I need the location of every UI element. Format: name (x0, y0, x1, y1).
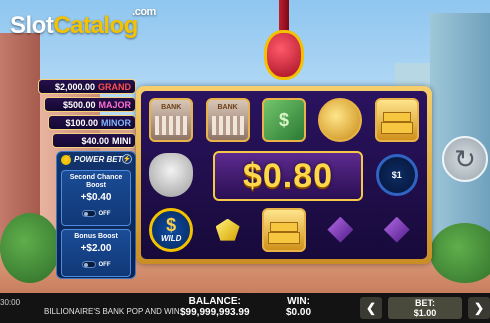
reel-cell: $1 (370, 149, 424, 202)
background-bush (0, 213, 60, 283)
logo-domain: .com (132, 6, 156, 18)
cash-stack-icon (261, 98, 306, 143)
power-bet-panel: ⚡ POWER BET ⚡ Second Chance Boost +$0.40… (56, 151, 136, 279)
game-name: BILLIONAIRE'S BANK POP AND WIN (44, 307, 180, 316)
site-logo: SlotCatalog .com (10, 6, 156, 40)
win-value: $0.00 (286, 307, 312, 318)
lamp-topper-icon (262, 0, 306, 84)
diamonds-icon (149, 152, 194, 197)
spin-arrow-icon: ↻ (454, 143, 476, 174)
logo-word-catalog: Catalog (53, 12, 138, 39)
win-label: WIN: (287, 296, 310, 307)
jackpot-minor: $100.00 MINOR (48, 115, 136, 130)
jackpot-grand: $2,000.00 GRAND (38, 79, 136, 94)
reel-cell: $ WILD (144, 203, 198, 256)
jackpot-amount: $500.00 (62, 99, 96, 110)
gold-coins-icon (318, 98, 363, 143)
jackpot-amount: $2,000.00 (54, 81, 95, 92)
option-title: Second Chance Boost (69, 174, 123, 189)
wild-symbol-icon: $ WILD (149, 207, 194, 252)
balance-value: $99,999,993.99 (180, 307, 250, 318)
reel-cell (144, 149, 198, 202)
option-price: +$2.00 (80, 243, 112, 254)
bottom-bar: 30:00 BILLIONAIRE'S BANK POP AND WIN BAL… (0, 293, 490, 323)
reel-cell (257, 203, 311, 256)
reel-cell (370, 203, 424, 256)
jackpot-label: GRAND (98, 81, 131, 92)
toggle-switch[interactable] (81, 261, 96, 268)
toggle-state: OFF (98, 210, 111, 217)
toggle-switch[interactable] (81, 210, 96, 217)
option-title: Bonus Boost (74, 233, 118, 240)
coin-value: $1 (391, 169, 402, 180)
jackpot-amount: $40.00 (81, 135, 109, 146)
win-amount: $0.80 (242, 156, 334, 195)
logo-word-slot: Slot (10, 12, 54, 39)
jackpot-label: MINOR (101, 117, 131, 128)
lightning-icon: ⚡ (61, 154, 71, 165)
power-bet-toggle-icon[interactable]: ⚡ (122, 154, 132, 164)
option-toggle[interactable]: OFF (81, 210, 111, 217)
win-amount-overlay: $0.80 (213, 151, 363, 201)
jackpot-label: MAJOR (98, 99, 131, 110)
reel-cell (144, 94, 198, 147)
gold-bars-icon (261, 207, 306, 252)
gold-bars-icon (374, 98, 419, 143)
bet-display: BET: $1.00 (388, 297, 462, 319)
bet-value: $1.00 (413, 308, 437, 318)
reel-grid: $1 $ WILD $0.80 (141, 91, 427, 259)
dollar-icon: $ (166, 215, 177, 236)
win-display: WIN: $0.00 (286, 296, 311, 318)
toggle-state: OFF (98, 261, 111, 268)
option-price: +$0.40 (80, 192, 112, 203)
spin-button[interactable]: ↻ (442, 136, 488, 182)
chevron-left-icon: ❮ (365, 301, 377, 315)
bet-decrease-button[interactable]: ❮ (360, 297, 382, 319)
jackpot-amount: $100.00 (65, 117, 98, 128)
reel-cell (313, 94, 367, 147)
balance-label: BALANCE: (188, 296, 241, 307)
bank-symbol-icon (205, 98, 250, 143)
power-bet-option-bonus-boost[interactable]: Bonus Boost +$2.00 OFF (61, 229, 131, 277)
clock: 30:00 (0, 298, 21, 307)
power-bet-option-second-chance[interactable]: Second Chance Boost +$0.40 OFF (61, 170, 131, 226)
jackpot-label: MINI (112, 135, 131, 146)
yellow-gem-icon (215, 218, 240, 241)
option-toggle[interactable]: OFF (81, 261, 111, 268)
reel-cell (313, 203, 367, 256)
jackpot-mini: $40.00 MINI (52, 133, 136, 148)
reel-cell (200, 94, 254, 147)
jackpot-panel: $2,000.00 GRAND $500.00 MAJOR $100.00 MI… (38, 79, 136, 151)
jackpot-major: $500.00 MAJOR (44, 97, 136, 112)
chevron-right-icon: ❯ (473, 301, 485, 315)
bet-label: BET: (415, 298, 435, 308)
reel-cell (370, 94, 424, 147)
power-bet-title: POWER BET (74, 155, 123, 164)
bank-symbol-icon (149, 98, 194, 143)
purple-gem-icon (327, 216, 354, 243)
purple-gem-icon (383, 216, 410, 243)
wild-label: WILD (160, 234, 182, 244)
bet-increase-button[interactable]: ❯ (468, 297, 490, 319)
reel-cell (257, 94, 311, 147)
blue-coin-icon: $1 (375, 153, 418, 196)
reel-cell (200, 203, 254, 256)
balance-display: BALANCE: $99,999,993.99 (180, 296, 250, 318)
reel-frame: $1 $ WILD $0.80 (136, 86, 432, 264)
